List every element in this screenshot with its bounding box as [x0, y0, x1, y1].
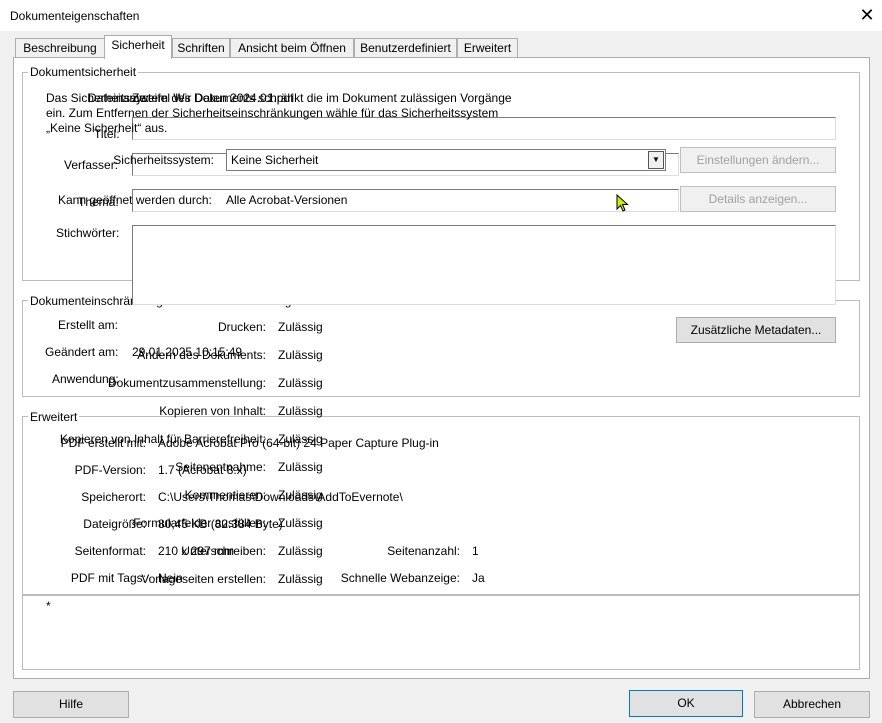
size-value: 80,45 KB (82.384 Byte) [158, 517, 283, 531]
format-value: 210 x 297 mm [158, 544, 235, 558]
restriction-value: Zulässig [278, 544, 323, 558]
close-icon[interactable]: ✕ [856, 4, 878, 26]
dateiname-value: Zweifel Wir Daten 2024.01.pdf [132, 91, 294, 105]
webview-value: Ja [472, 571, 485, 585]
location-value: C:\Users\Thomas\Downloads\AddToEvernote\ [158, 490, 403, 504]
mouse-cursor-icon [616, 194, 629, 212]
window-title: Dokumenteigenschaften [10, 9, 140, 23]
restriction-value: Zulässig [278, 460, 323, 474]
thema-field[interactable] [132, 189, 679, 212]
pagecount-value: 1 [472, 544, 479, 558]
security-system-value: Keine Sicherheit [231, 153, 319, 167]
lower-area [22, 594, 860, 670]
tab-schriften[interactable]: Schriften [172, 38, 230, 58]
tagged-value: Nein [158, 571, 183, 585]
footnote: * [46, 599, 51, 613]
tab-sicherheit[interactable]: Sicherheit [104, 35, 172, 59]
tab-benutzerdefiniert[interactable]: Benutzerdefiniert [354, 38, 457, 58]
tab-beschreibung[interactable]: Beschreibung [15, 38, 105, 58]
pdf-creator-value: Adobe Acrobat Pro (64-bit) 24 Paper Capt… [158, 436, 439, 450]
pdf-version-value: 1.7 (Acrobat 8.x) [158, 463, 247, 477]
security-system-select[interactable]: Keine Sicherheit ▼ [226, 149, 666, 171]
stichwoerter-label: Stichwörter: [56, 226, 120, 240]
restriction-value: Zulässig [278, 516, 323, 530]
pdf-creator-label: PDF erstellt mit: [60, 436, 146, 450]
restriction-value: Zulässig [278, 348, 323, 362]
pdf-version-label: PDF-Version: [74, 463, 146, 477]
opened-by-value: Alle Acrobat-Versionen [226, 193, 348, 207]
pagecount-label: Seitenanzahl: [387, 544, 460, 558]
titel-label: Titel: [94, 127, 120, 141]
stichwoerter-field[interactable] [132, 225, 836, 305]
help-button[interactable]: Hilfe [13, 691, 129, 718]
chevron-down-icon[interactable]: ▼ [648, 151, 664, 169]
titel-field[interactable] [132, 117, 836, 140]
restriction-value: Zulässig [278, 404, 323, 418]
cancel-button[interactable]: Abbrechen [754, 691, 870, 718]
metadata-button[interactable]: Zusätzliche Metadaten... [676, 317, 836, 343]
restriction-value: Zulässig [278, 320, 323, 334]
security-desc-line2: ein. Zum Entfernen der Sicherheitseinsch… [46, 106, 499, 120]
tab-ansicht[interactable]: Ansicht beim Öffnen [230, 38, 354, 58]
ok-button[interactable]: OK [629, 690, 743, 717]
restriction-label: Kopieren von Inhalt: [159, 404, 266, 418]
security-group-label: Dokumentsicherheit [28, 65, 139, 79]
restriction-value: Zulässig [278, 376, 323, 390]
format-label: Seitenformat: [74, 544, 146, 558]
details-button[interactable]: Details anzeigen... [680, 186, 836, 212]
restriction-label: Drucken: [217, 320, 266, 334]
restriction-label: Ändern des Dokuments: [137, 348, 266, 362]
restriction-label: Dokumentzusammenstellung: [107, 376, 266, 390]
settings-button[interactable]: Einstellungen ändern... [680, 147, 836, 173]
tab-erweitert[interactable]: Erweitert [457, 38, 518, 58]
webview-label: Schnelle Webanzeige: [340, 571, 460, 585]
security-system-label: Sicherheitssystem: [113, 153, 214, 167]
restriction-value: Zulässig [278, 572, 323, 586]
tagged-label: PDF mit Tags: [70, 571, 146, 585]
size-label: Dateigröße: [83, 517, 146, 531]
opened-by-label: Kann geöffnet werden durch: [58, 193, 212, 207]
location-label: Speicherort: [81, 490, 146, 504]
